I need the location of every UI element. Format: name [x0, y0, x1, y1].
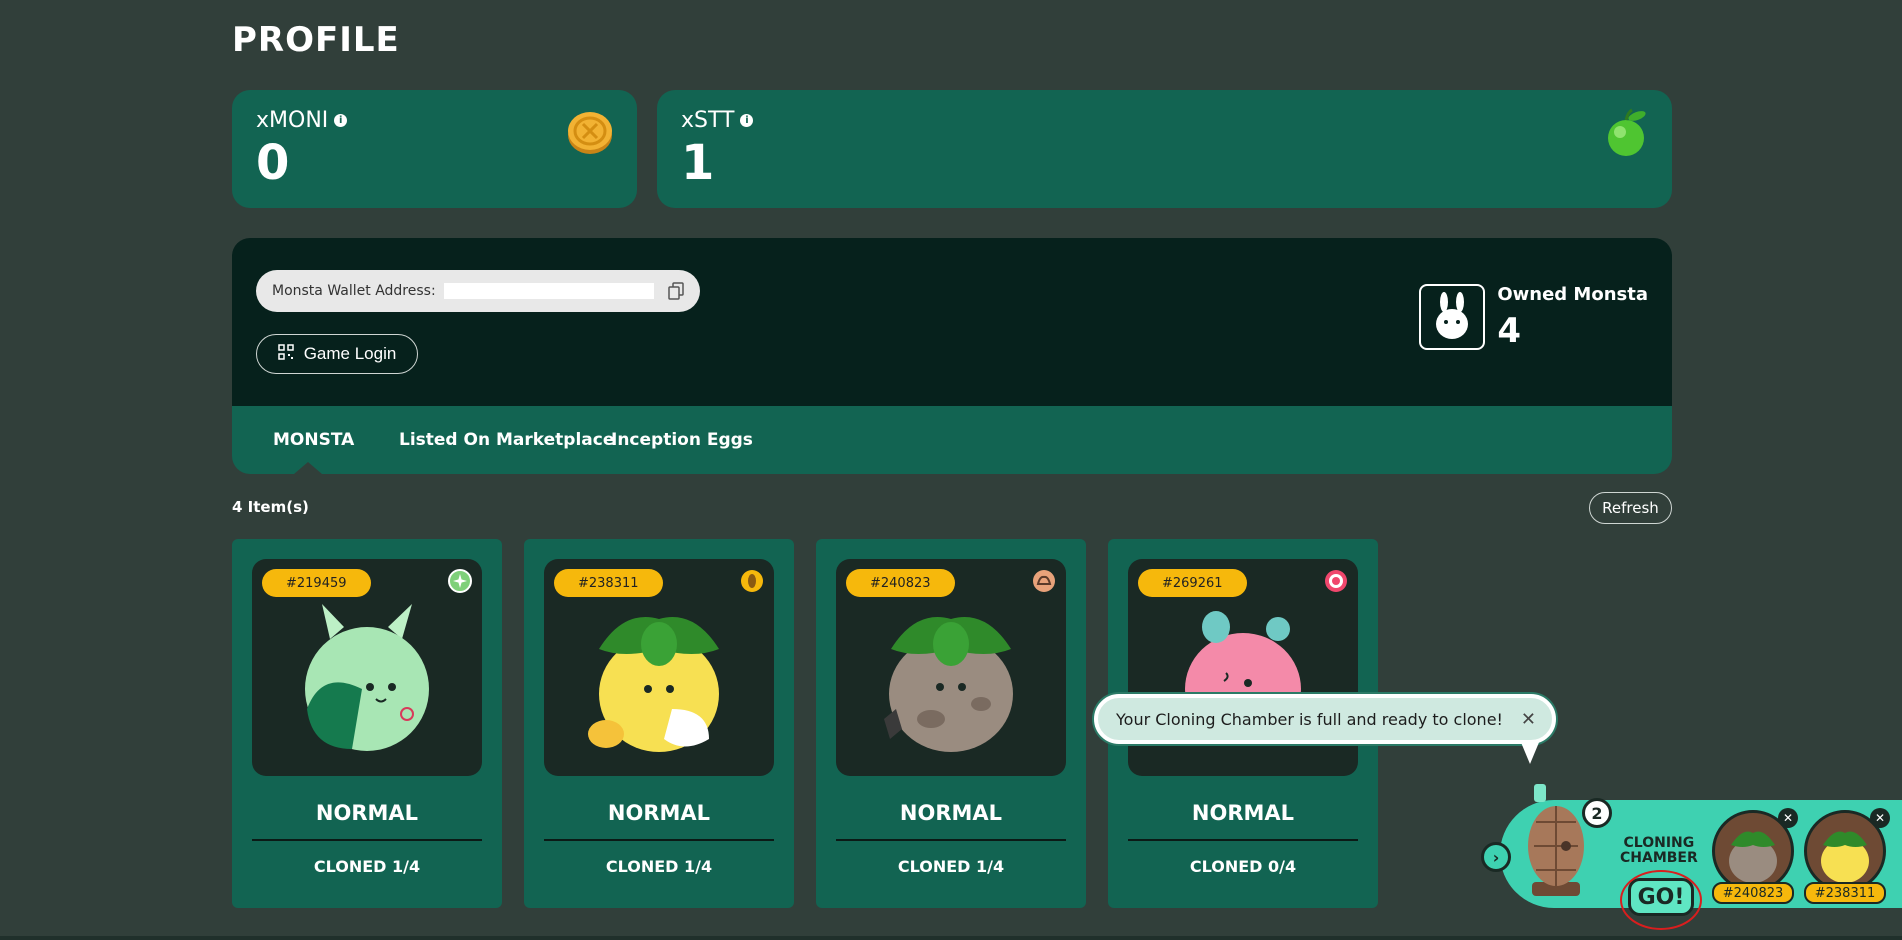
monsta-image: [884, 617, 1013, 752]
cloning-tooltip-text: Your Cloning Chamber is full and ready t…: [1116, 709, 1503, 729]
monsta-rarity: NORMAL: [899, 801, 1003, 825]
owned-monsta: Owned Monsta 4: [1419, 284, 1648, 351]
bottom-edge: [0, 936, 1902, 940]
go-highlight-ring: [1620, 870, 1702, 930]
cloning-chamber-label: CLONING CHAMBER: [1620, 835, 1698, 867]
cloning-tooltip: Your Cloning Chamber is full and ready t…: [1094, 694, 1556, 744]
card-divider: [544, 839, 774, 841]
leaf-element-icon: [448, 569, 472, 597]
monsta-card[interactable]: #238311 NORMAL CLONED 1/4: [524, 539, 794, 908]
tooltip-tail: [1520, 740, 1540, 764]
profile-tabs: MONSTA Listed On Marketplace Inception E…: [232, 406, 1672, 474]
game-login-label: Game Login: [303, 344, 397, 363]
xstt-card: xSTT i 1: [657, 90, 1672, 208]
monsta-cloned-count: CLONED 1/4: [897, 857, 1005, 876]
monsta-image: [305, 604, 429, 751]
items-count: 4 Item(s): [232, 498, 309, 516]
wallet-panel: Monsta Wallet Address: Game Login Owned …: [232, 238, 1672, 406]
monsta-image: [1185, 611, 1301, 745]
green-apple-icon: [1602, 108, 1650, 162]
monsta-rarity: NORMAL: [315, 801, 419, 825]
seed-element-icon: [740, 569, 764, 597]
monsta-cloned-count: CLONED 1/4: [313, 857, 421, 876]
card-divider: [836, 839, 1066, 841]
chamber-slot[interactable]: #238311 ✕: [1804, 808, 1890, 904]
chamber-expand-arrow-icon[interactable]: ›: [1481, 842, 1511, 872]
coin-icon: [565, 108, 615, 162]
chamber-count-badge: 2: [1582, 798, 1612, 828]
monsta-id-badge: #219459: [262, 569, 371, 597]
tab-inception-eggs[interactable]: Inception Eggs: [611, 430, 753, 450]
monsta-cloned-count: CLONED 0/4: [1189, 857, 1297, 876]
card-divider: [252, 839, 482, 841]
monsta-id-badge: #240823: [846, 569, 955, 597]
game-login-button[interactable]: Game Login: [256, 334, 418, 374]
monsta-rarity: NORMAL: [607, 801, 711, 825]
card-divider: [1128, 839, 1358, 841]
owned-monsta-label: Owned Monsta: [1497, 284, 1648, 305]
target-element-icon: [1324, 569, 1348, 597]
xmoni-value: 0: [256, 135, 290, 191]
page-title: PROFILE: [232, 20, 400, 60]
copy-icon[interactable]: [668, 282, 684, 304]
monsta-bunny-icon: [1419, 284, 1486, 350]
wallet-address-label: Monsta Wallet Address:: [272, 283, 436, 299]
info-icon[interactable]: i: [740, 114, 754, 127]
remove-slot-icon[interactable]: ✕: [1778, 808, 1798, 828]
tab-listed-on-marketplace[interactable]: Listed On Marketplace: [399, 430, 614, 450]
monsta-id-badge: #238311: [554, 569, 663, 597]
active-tab-indicator: [294, 462, 322, 474]
monsta-image: [588, 617, 719, 752]
remove-slot-icon[interactable]: ✕: [1870, 808, 1890, 828]
monsta-thumbnail: #240823: [836, 559, 1066, 776]
monsta-rarity: NORMAL: [1191, 801, 1295, 825]
owned-monsta-count: 4: [1497, 311, 1521, 351]
qr-code-icon: [277, 343, 294, 365]
monsta-id-badge: #269261: [1138, 569, 1247, 597]
cloning-chamber-image: [1528, 784, 1584, 896]
close-icon[interactable]: ✕: [1521, 709, 1536, 730]
monsta-thumbnail: #219459: [252, 559, 482, 776]
refresh-button[interactable]: Refresh: [1589, 492, 1672, 524]
monsta-card[interactable]: #240823 NORMAL CLONED 1/4: [816, 539, 1086, 908]
wallet-address-field[interactable]: Monsta Wallet Address:: [256, 270, 700, 312]
chamber-slot[interactable]: #240823 ✕: [1712, 808, 1798, 904]
monsta-thumbnail: #238311: [544, 559, 774, 776]
info-icon[interactable]: i: [334, 114, 348, 127]
wallet-address-redacted: [443, 283, 654, 299]
monsta-cloned-count: CLONED 1/4: [605, 857, 713, 876]
xstt-label: xSTT: [681, 108, 735, 133]
xstt-value: 1: [681, 135, 715, 191]
xmoni-card: xMONI i 0: [232, 90, 637, 208]
slot-monsta-id: #238311: [1804, 882, 1886, 904]
xmoni-label: xMONI: [256, 108, 329, 133]
tab-monsta[interactable]: MONSTA: [273, 430, 354, 450]
earth-element-icon: [1032, 569, 1056, 597]
monsta-card[interactable]: #219459 NORMAL CLONED 1/4: [232, 539, 502, 908]
slot-monsta-id: #240823: [1712, 882, 1794, 904]
